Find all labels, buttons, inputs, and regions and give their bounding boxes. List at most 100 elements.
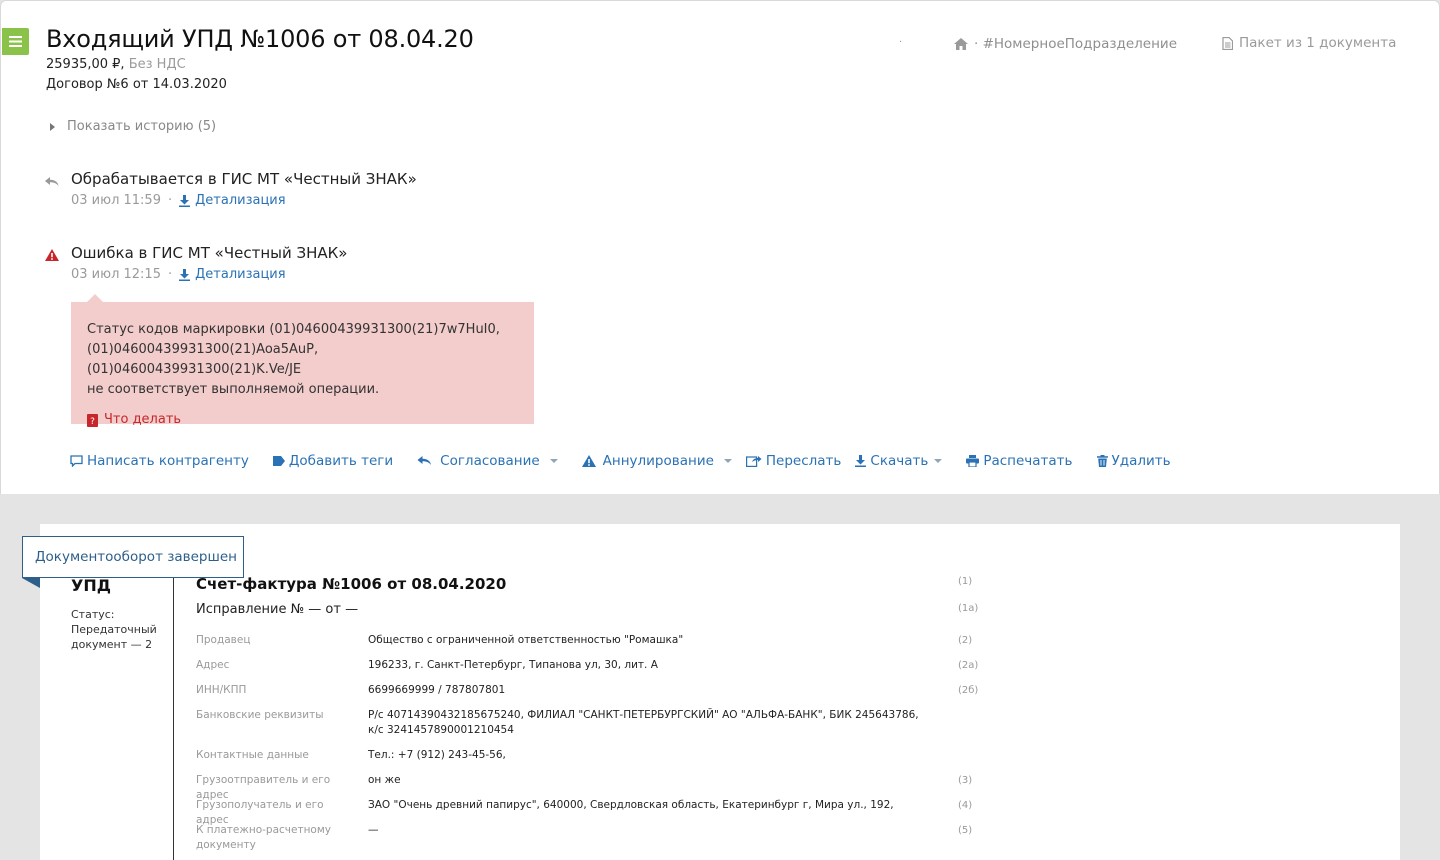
comment-icon — [70, 455, 83, 467]
field-label: К платежно-расчетному документу — [196, 824, 331, 851]
field-number: (4) — [958, 800, 973, 811]
add-tags-button[interactable]: Добавить теги — [272, 453, 394, 469]
forward-label: Переслать — [765, 453, 842, 469]
home-icon — [954, 38, 968, 50]
delete-button[interactable]: Удалить — [1096, 453, 1171, 469]
svg-text:?: ? — [90, 417, 95, 427]
delete-label: Удалить — [1111, 453, 1171, 469]
status-line: документ — 2 — [71, 638, 153, 651]
print-button[interactable]: Распечатать — [966, 453, 1073, 469]
upd-sidebar: УПД Статус: Передаточный документ — 2 — [71, 576, 157, 652]
share-icon — [745, 456, 762, 467]
event-title: Ошибка в ГИС МТ «Честный ЗНАК» — [71, 244, 348, 262]
page-title: Входящий УПД №1006 от 08.04.20 — [46, 25, 474, 53]
document-amount: 25935,00 ₽, Без НДС — [46, 57, 186, 72]
details-link[interactable]: Детализация — [179, 267, 286, 282]
field-label: Адрес — [196, 659, 230, 671]
menu-button[interactable] — [2, 28, 29, 55]
field-value: он же — [368, 774, 401, 786]
meta-separator: · — [167, 193, 173, 208]
write-counterparty-label: Написать контрагенту — [87, 453, 249, 469]
field-number: (2б) — [958, 685, 979, 696]
event-meta: 03 июл 11:59 · Детализация — [71, 193, 286, 208]
upd-status: Статус: Передаточный документ — 2 — [71, 607, 157, 652]
error-message-box: Статус кодов маркировки (01)046004399313… — [71, 294, 534, 427]
field-value: Р/с 40714390432185675240, ФИЛИАЛ "САНКТ-… — [368, 709, 919, 736]
details-link[interactable]: Детализация — [179, 193, 286, 208]
status-badge: Документооборот завершен — [22, 536, 244, 578]
amount-value: 25935,00 ₽, — [46, 57, 125, 72]
warning-icon — [581, 455, 596, 467]
reply-icon — [417, 456, 432, 465]
event-time: 03 июл 12:15 — [71, 267, 161, 282]
annulment-label: Аннулирование — [602, 453, 714, 469]
department-label: · #НомерноеПодразделение — [974, 36, 1178, 52]
document-icon — [1222, 36, 1233, 50]
details-link-label: Детализация — [195, 193, 286, 208]
hamburger-icon — [9, 36, 22, 47]
download-label: Скачать — [870, 453, 929, 469]
annulment-dropdown[interactable]: Аннулирование — [581, 453, 732, 469]
field-number: (1) — [958, 576, 973, 587]
show-history-toggle[interactable]: Показать историю (5) — [50, 119, 216, 134]
error-line: не соответствует выполняемой операции. — [87, 382, 380, 397]
field-value: ЗАО "Очень древний папирус", 640000, Све… — [368, 799, 894, 811]
what-to-do-link[interactable]: ? Что делать — [87, 410, 518, 430]
approval-dropdown[interactable]: Согласование — [417, 453, 558, 469]
field-value: 6699669999 / 787807801 — [368, 684, 506, 696]
printer-icon — [966, 455, 980, 467]
field-label: Контактные данные — [196, 749, 309, 761]
write-counterparty-button[interactable]: Написать контрагенту — [70, 453, 249, 469]
download-dropdown[interactable]: Скачать — [855, 453, 943, 469]
expand-icon — [50, 122, 55, 131]
chevron-down-icon — [549, 459, 558, 463]
add-tags-label: Добавить теги — [288, 453, 394, 469]
badge-fold — [22, 578, 40, 588]
chevron-down-icon — [934, 459, 943, 463]
reply-icon — [45, 172, 59, 191]
event-meta: 03 июл 12:15 · Детализация — [71, 267, 286, 282]
status-line: Передаточный — [71, 623, 157, 636]
show-history-label: Показать историю (5) — [67, 119, 217, 134]
divider — [173, 576, 174, 860]
trash-icon — [1096, 455, 1108, 467]
vat-label: Без НДС — [128, 57, 186, 72]
header-separator: · — [899, 37, 903, 48]
download-icon — [179, 194, 191, 207]
field-number: (3) — [958, 775, 973, 786]
status-line: Статус: — [71, 608, 115, 621]
action-toolbar: Написать контрагенту Добавить теги Согла… — [70, 453, 1171, 469]
field-value: 196233, г. Санкт-Петербург, Типанова ул,… — [368, 659, 658, 671]
packet-label: Пакет из 1 документа — [1239, 35, 1397, 51]
packet-info[interactable]: Пакет из 1 документа — [1222, 35, 1396, 51]
error-line: (01)04600439931300(21)Aoa5AuP, (01)04600… — [87, 342, 319, 377]
field-number: (5) — [958, 825, 973, 836]
field-number: (2) — [958, 635, 973, 646]
approval-label: Согласование — [440, 453, 540, 469]
error-line: Статус кодов маркировки (01)046004399313… — [87, 322, 500, 337]
tag-icon — [272, 456, 285, 466]
department-tag[interactable]: · #НомерноеПодразделение — [954, 36, 1177, 52]
event-time: 03 июл 11:59 — [71, 193, 161, 208]
warning-icon — [45, 246, 59, 265]
field-number: (2а) — [958, 660, 979, 671]
download-icon — [179, 268, 191, 281]
field-value: — — [368, 824, 379, 836]
field-value: Тел.: +7 (912) 243-45-56, — [368, 749, 506, 761]
help-book-icon: ? — [87, 413, 98, 427]
meta-separator: · — [167, 267, 173, 282]
what-to-do-label: Что делать — [104, 412, 182, 427]
upd-label: УПД — [71, 576, 111, 595]
document-header-card: Входящий УПД №1006 от 08.04.20 25935,00 … — [0, 0, 1440, 494]
print-label: Распечатать — [983, 453, 1073, 469]
details-link-label: Детализация — [195, 267, 286, 282]
contract-link[interactable]: Договор №6 от 14.03.2020 — [46, 77, 227, 92]
chevron-down-icon — [723, 459, 732, 463]
event-title: Обрабатывается в ГИС МТ «Честный ЗНАК» — [71, 170, 417, 188]
field-number: (1а) — [958, 603, 979, 614]
forward-button[interactable]: Переслать — [745, 453, 842, 469]
field-value: Общество с ограниченной ответственностью… — [368, 634, 684, 646]
invoice-correction: Исправление № — от — — [196, 602, 359, 617]
download-icon — [855, 455, 867, 467]
field-label: Продавец — [196, 634, 251, 646]
